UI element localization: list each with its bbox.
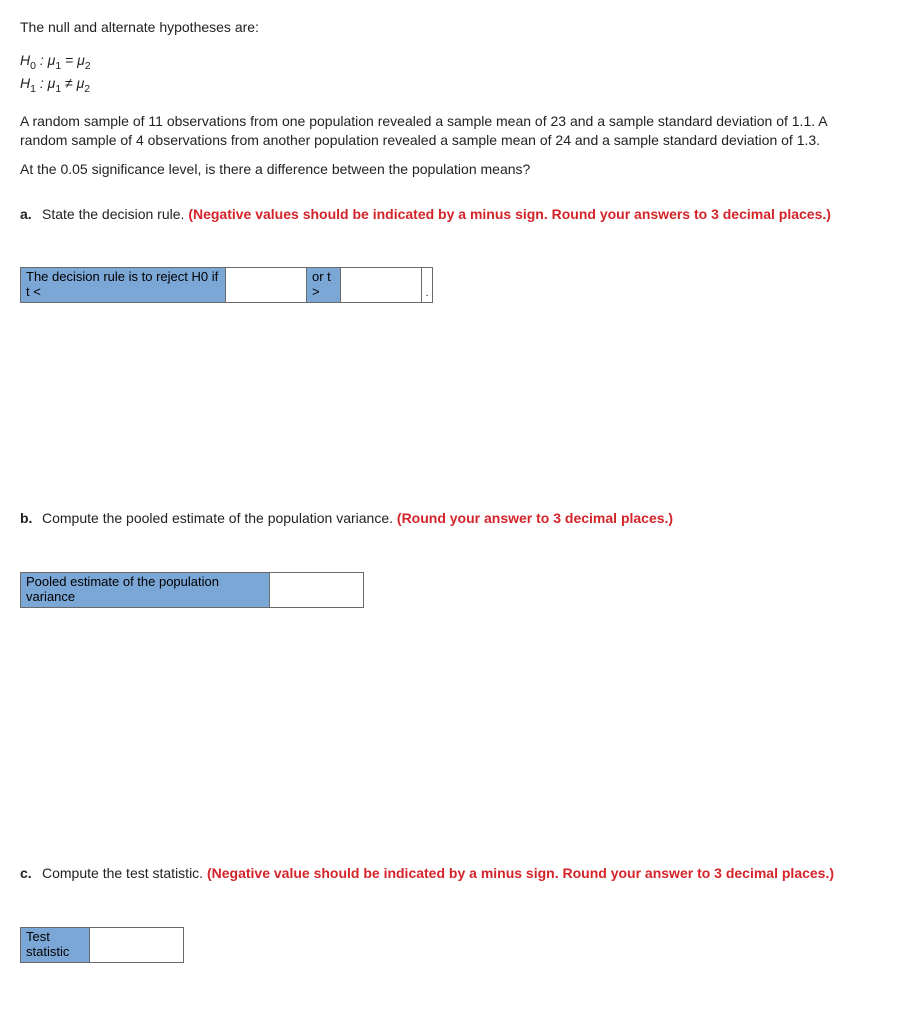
qa-input-2-wrap: [341, 267, 422, 303]
qb-input[interactable]: [274, 582, 359, 599]
qb-letter: b.: [20, 509, 42, 528]
qb-input-wrap: [270, 572, 364, 608]
h0-mu2sub: 2: [85, 60, 91, 72]
h0-colon: : μ: [36, 52, 55, 68]
qb-text: Compute the pooled estimate of the popul…: [42, 509, 893, 528]
h1-line: H1 : μ1 ≠ μ2: [20, 74, 893, 96]
question-c: c. Compute the test statistic. (Negative…: [20, 864, 893, 963]
qc-text: Compute the test statistic. (Negative va…: [42, 864, 893, 883]
problem-paragraph-2: At the 0.05 significance level, is there…: [20, 160, 840, 179]
qc-label: Test statistic: [20, 927, 90, 963]
intro-text: The null and alternate hypotheses are:: [20, 18, 893, 37]
h1-neq: ≠ μ: [61, 75, 84, 91]
h0-line: H0 : μ1 = μ2: [20, 51, 893, 73]
question-b: b. Compute the pooled estimate of the po…: [20, 509, 893, 608]
h1-mu2sub: 2: [84, 83, 90, 95]
h0-H: H: [20, 52, 30, 68]
h1-colon: : μ: [36, 75, 55, 91]
qa-input-2[interactable]: [345, 277, 417, 294]
qc-answer-row: Test statistic: [20, 927, 893, 963]
qb-label: Pooled estimate of the population varian…: [20, 572, 270, 608]
h1-H: H: [20, 75, 30, 91]
qb-answer-row: Pooled estimate of the population varian…: [20, 572, 893, 608]
qc-letter: c.: [20, 864, 42, 883]
qa-letter: a.: [20, 205, 42, 224]
qb-instruction: (Round your answer to 3 decimal places.): [397, 510, 673, 526]
qa-input-1[interactable]: [230, 277, 302, 294]
qa-input-1-wrap: [226, 267, 307, 303]
qa-prompt: State the decision rule.: [42, 206, 188, 222]
question-a: a. State the decision rule. (Negative va…: [20, 205, 893, 304]
qa-answer-row: The decision rule is to reject H0 if t <…: [20, 267, 893, 303]
qa-text: State the decision rule. (Negative value…: [42, 205, 893, 224]
qa-label-2: or t >: [307, 267, 341, 303]
qa-label-1: The decision rule is to reject H0 if t <: [20, 267, 226, 303]
qa-period: .: [422, 267, 433, 303]
qc-instruction: (Negative value should be indicated by a…: [207, 865, 834, 881]
qc-input-wrap: [90, 927, 184, 963]
hypotheses-block: H0 : μ1 = μ2 H1 : μ1 ≠ μ2: [20, 51, 893, 96]
h0-eq: = μ: [61, 52, 85, 68]
qc-prompt: Compute the test statistic.: [42, 865, 207, 881]
problem-paragraph-1: A random sample of 11 observations from …: [20, 112, 840, 150]
qb-prompt: Compute the pooled estimate of the popul…: [42, 510, 397, 526]
qa-instruction: (Negative values should be indicated by …: [188, 206, 831, 222]
qc-input[interactable]: [94, 936, 179, 953]
